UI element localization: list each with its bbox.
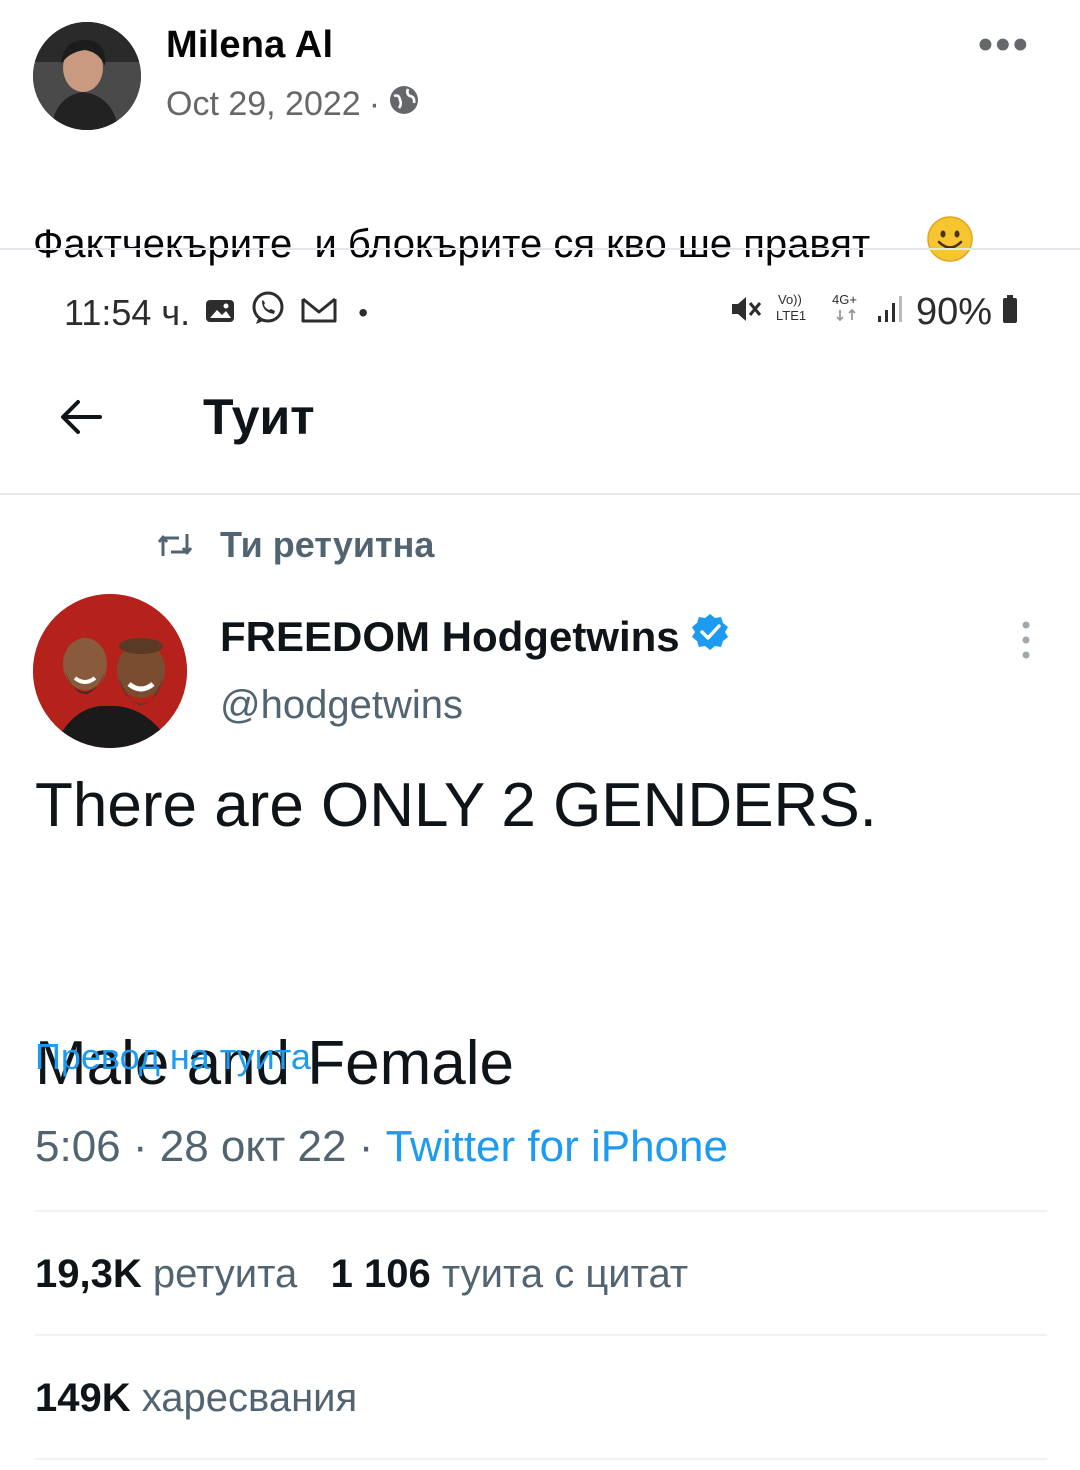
battery-percent: 90% (915, 290, 992, 333)
tweet-time: 5:06 (35, 1122, 121, 1171)
meta-separator: · (368, 85, 381, 123)
stats-divider (35, 1334, 1047, 1336)
likes-stat[interactable]: 149K харесвания (35, 1376, 357, 1421)
meta-separator: · (132, 1122, 148, 1171)
tweet-source-link[interactable]: Twitter for iPhone (386, 1122, 728, 1171)
svg-text:Vo)): Vo)) (778, 292, 802, 307)
mute-icon (730, 291, 764, 334)
post-date[interactable]: Oct 29, 2022 (166, 85, 361, 124)
notification-dot: • (358, 296, 368, 328)
retweets-label: ретуита (152, 1252, 298, 1296)
quotes-label: туита с цитат (441, 1252, 689, 1296)
engagement-stats: 19,3K ретуита 1 106 туита с цитат (35, 1252, 688, 1297)
retweets-stat[interactable]: 19,3K ретуита (35, 1252, 297, 1296)
tweet-author-avatar[interactable] (33, 594, 187, 748)
post-options-button[interactable]: ••• (978, 20, 1030, 70)
globe-icon (388, 84, 420, 125)
signal-icon (876, 291, 906, 334)
author-display-name: FREEDOM Hodgetwins (220, 613, 680, 660)
tweet-author-name[interactable]: FREEDOM Hodgetwins (220, 612, 730, 662)
gmail-icon (300, 292, 338, 334)
4g-icon: 4G+ (830, 290, 866, 334)
battery-icon (1002, 291, 1018, 334)
tweet-date: 28 окт 22 (159, 1122, 347, 1171)
post-meta: Oct 29, 2022 · (166, 84, 420, 125)
page-title: Туит (203, 389, 315, 445)
stats-divider (35, 1458, 1047, 1460)
stats-divider (35, 1210, 1047, 1212)
meta-separator: · (358, 1122, 374, 1171)
author-avatar[interactable] (33, 22, 141, 130)
svg-text:4G+: 4G+ (832, 292, 857, 307)
volte-icon: Vo)) LTE1 (774, 290, 820, 334)
retweet-icon (155, 530, 195, 565)
tweet-author-handle[interactable]: @hodgetwins (220, 683, 463, 728)
gallery-icon (204, 292, 236, 334)
back-arrow-icon[interactable] (56, 392, 106, 442)
translate-tweet-link[interactable]: Превод на туита (35, 1036, 311, 1078)
author-name[interactable]: Milena Al (166, 24, 333, 67)
status-bar-right: Vo)) LTE1 4G+ 90% (730, 290, 1018, 334)
quotes-stat[interactable]: 1 106 туита с цитат (331, 1252, 689, 1296)
svg-text:LTE1: LTE1 (776, 308, 806, 323)
more-options-icon[interactable] (1020, 620, 1032, 665)
status-time: 11:54 ч. (64, 291, 191, 333)
header-divider (0, 493, 1080, 495)
likes-count: 149K (35, 1376, 131, 1420)
verified-badge-icon (690, 612, 730, 662)
retweet-label[interactable]: Ти ретуитна (220, 524, 434, 566)
likes-label: харесвания (141, 1376, 358, 1420)
retweets-count: 19,3K (35, 1252, 142, 1296)
caption-text: Фактчекърите и блокърите ся кво ше правя… (33, 221, 882, 266)
post-divider (0, 248, 1080, 250)
viber-icon (250, 290, 286, 335)
quotes-count: 1 106 (330, 1252, 431, 1296)
status-bar-left: 11:54 ч. • (64, 290, 368, 335)
tweet-meta: 5:06 · 28 окт 22 · Twitter for iPhone (35, 1122, 728, 1172)
